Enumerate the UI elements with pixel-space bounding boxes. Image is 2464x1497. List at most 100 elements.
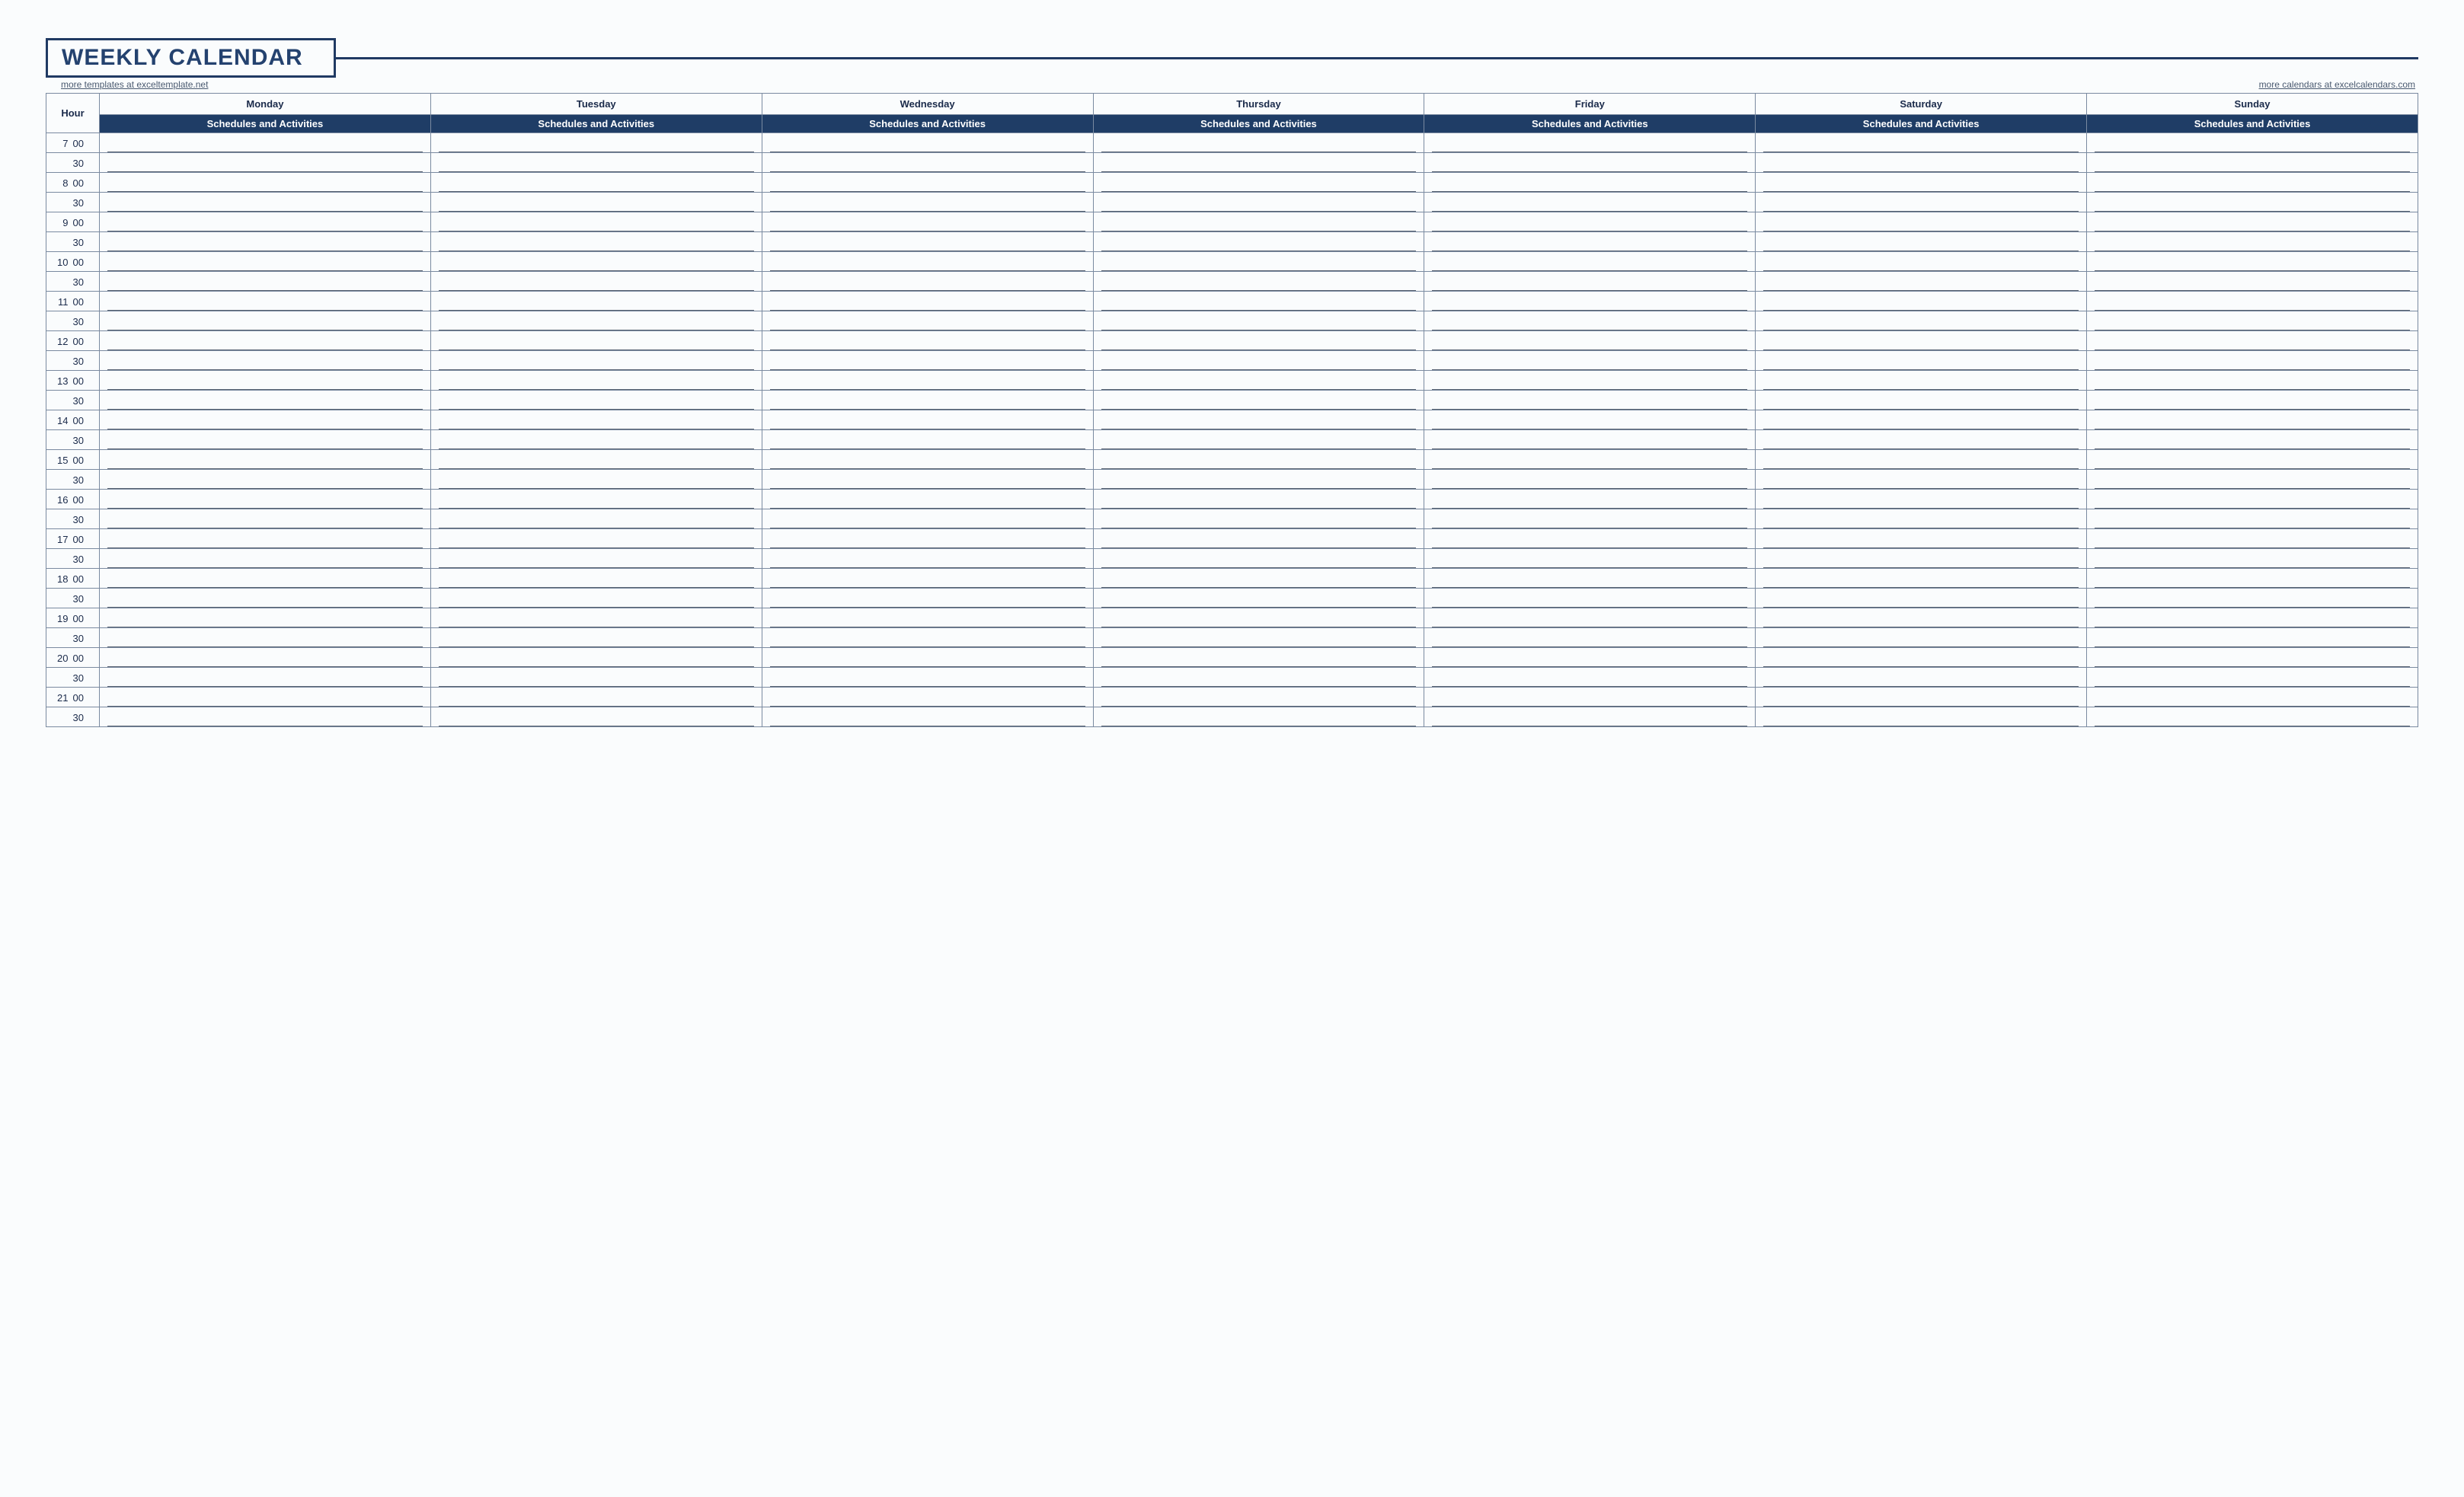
schedule-slot[interactable] xyxy=(1756,232,2087,252)
schedule-slot[interactable] xyxy=(100,311,431,331)
schedule-slot[interactable] xyxy=(430,272,762,292)
schedule-slot[interactable] xyxy=(100,212,431,232)
schedule-slot[interactable] xyxy=(762,331,1093,351)
schedule-slot[interactable] xyxy=(1756,351,2087,371)
schedule-slot[interactable] xyxy=(1424,509,1756,529)
schedule-slot[interactable] xyxy=(430,232,762,252)
schedule-slot[interactable] xyxy=(1424,430,1756,450)
schedule-slot[interactable] xyxy=(100,133,431,153)
schedule-slot[interactable] xyxy=(1424,252,1756,272)
schedule-slot[interactable] xyxy=(2087,688,2418,707)
schedule-slot[interactable] xyxy=(1756,688,2087,707)
schedule-slot[interactable] xyxy=(2087,608,2418,628)
schedule-slot[interactable] xyxy=(762,490,1093,509)
schedule-slot[interactable] xyxy=(100,252,431,272)
schedule-slot[interactable] xyxy=(430,391,762,410)
schedule-slot[interactable] xyxy=(430,292,762,311)
schedule-slot[interactable] xyxy=(762,430,1093,450)
schedule-slot[interactable] xyxy=(430,509,762,529)
schedule-slot[interactable] xyxy=(1093,153,1424,173)
schedule-slot[interactable] xyxy=(762,450,1093,470)
schedule-slot[interactable] xyxy=(1756,668,2087,688)
schedule-slot[interactable] xyxy=(1424,589,1756,608)
schedule-slot[interactable] xyxy=(762,391,1093,410)
schedule-slot[interactable] xyxy=(1093,509,1424,529)
schedule-slot[interactable] xyxy=(762,272,1093,292)
schedule-slot[interactable] xyxy=(1756,608,2087,628)
schedule-slot[interactable] xyxy=(100,470,431,490)
schedule-slot[interactable] xyxy=(430,430,762,450)
schedule-slot[interactable] xyxy=(430,490,762,509)
schedule-slot[interactable] xyxy=(100,391,431,410)
schedule-slot[interactable] xyxy=(1093,589,1424,608)
schedule-slot[interactable] xyxy=(430,252,762,272)
schedule-slot[interactable] xyxy=(100,549,431,569)
schedule-slot[interactable] xyxy=(1424,668,1756,688)
schedule-slot[interactable] xyxy=(430,153,762,173)
schedule-slot[interactable] xyxy=(1756,569,2087,589)
schedule-slot[interactable] xyxy=(762,470,1093,490)
schedule-slot[interactable] xyxy=(100,153,431,173)
schedule-slot[interactable] xyxy=(1093,193,1424,212)
schedule-slot[interactable] xyxy=(100,509,431,529)
more-templates-link[interactable]: more templates at exceltemplate.net xyxy=(61,79,208,90)
schedule-slot[interactable] xyxy=(1756,450,2087,470)
schedule-slot[interactable] xyxy=(1756,549,2087,569)
schedule-slot[interactable] xyxy=(762,410,1093,430)
schedule-slot[interactable] xyxy=(100,351,431,371)
schedule-slot[interactable] xyxy=(1093,331,1424,351)
schedule-slot[interactable] xyxy=(2087,153,2418,173)
schedule-slot[interactable] xyxy=(1756,391,2087,410)
schedule-slot[interactable] xyxy=(1093,707,1424,727)
schedule-slot[interactable] xyxy=(2087,371,2418,391)
more-calendars-link[interactable]: more calendars at excelcalendars.com xyxy=(2259,79,2415,90)
schedule-slot[interactable] xyxy=(100,668,431,688)
schedule-slot[interactable] xyxy=(1424,391,1756,410)
schedule-slot[interactable] xyxy=(100,589,431,608)
schedule-slot[interactable] xyxy=(1756,470,2087,490)
schedule-slot[interactable] xyxy=(430,589,762,608)
schedule-slot[interactable] xyxy=(1093,569,1424,589)
schedule-slot[interactable] xyxy=(430,707,762,727)
schedule-slot[interactable] xyxy=(1424,331,1756,351)
schedule-slot[interactable] xyxy=(100,232,431,252)
schedule-slot[interactable] xyxy=(2087,391,2418,410)
schedule-slot[interactable] xyxy=(100,193,431,212)
schedule-slot[interactable] xyxy=(2087,549,2418,569)
schedule-slot[interactable] xyxy=(100,628,431,648)
schedule-slot[interactable] xyxy=(2087,707,2418,727)
schedule-slot[interactable] xyxy=(2087,628,2418,648)
schedule-slot[interactable] xyxy=(1424,529,1756,549)
schedule-slot[interactable] xyxy=(2087,589,2418,608)
schedule-slot[interactable] xyxy=(1093,371,1424,391)
schedule-slot[interactable] xyxy=(762,529,1093,549)
schedule-slot[interactable] xyxy=(430,450,762,470)
schedule-slot[interactable] xyxy=(100,430,431,450)
schedule-slot[interactable] xyxy=(1756,311,2087,331)
schedule-slot[interactable] xyxy=(100,529,431,549)
schedule-slot[interactable] xyxy=(100,292,431,311)
schedule-slot[interactable] xyxy=(100,688,431,707)
schedule-slot[interactable] xyxy=(1093,648,1424,668)
schedule-slot[interactable] xyxy=(2087,173,2418,193)
schedule-slot[interactable] xyxy=(1756,173,2087,193)
schedule-slot[interactable] xyxy=(1756,430,2087,450)
schedule-slot[interactable] xyxy=(1756,292,2087,311)
schedule-slot[interactable] xyxy=(2087,212,2418,232)
schedule-slot[interactable] xyxy=(1756,212,2087,232)
schedule-slot[interactable] xyxy=(430,688,762,707)
schedule-slot[interactable] xyxy=(1756,648,2087,668)
schedule-slot[interactable] xyxy=(100,608,431,628)
schedule-slot[interactable] xyxy=(2087,232,2418,252)
schedule-slot[interactable] xyxy=(2087,252,2418,272)
schedule-slot[interactable] xyxy=(2087,450,2418,470)
schedule-slot[interactable] xyxy=(1093,668,1424,688)
schedule-slot[interactable] xyxy=(100,173,431,193)
schedule-slot[interactable] xyxy=(100,569,431,589)
schedule-slot[interactable] xyxy=(100,331,431,351)
schedule-slot[interactable] xyxy=(762,668,1093,688)
schedule-slot[interactable] xyxy=(1756,509,2087,529)
schedule-slot[interactable] xyxy=(1424,232,1756,252)
schedule-slot[interactable] xyxy=(2087,272,2418,292)
schedule-slot[interactable] xyxy=(430,628,762,648)
